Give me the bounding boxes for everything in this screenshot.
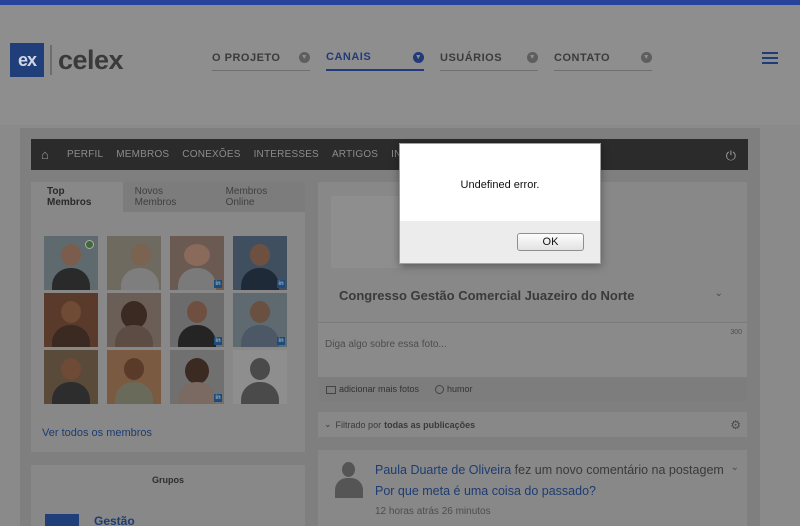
logo-text: celex [58, 44, 124, 75]
feed-action: fez um novo comentário na postagem [511, 463, 724, 477]
filter-value: todas as publicações [384, 419, 476, 430]
see-all-members-link[interactable]: Ver todos os membros [42, 427, 152, 439]
site-header: ex celex O PROJETO ▼ CANAIS ▼ USUÁRIOS ▼ CO… [0, 5, 800, 125]
feed-post-link[interactable]: Por que meta é uma coisa do passado? [375, 484, 596, 498]
groups-title: Grupos [151, 475, 184, 485]
nav-label: USUÁRIOS [440, 51, 503, 64]
logo-mark: ex [10, 43, 44, 77]
subnav-perfil[interactable]: PERFIL [67, 149, 103, 160]
linkedin-icon: in [214, 280, 222, 288]
post-actions: adicionar mais fotos humor [318, 377, 747, 401]
group-thumbnail[interactable] [45, 514, 79, 526]
subnav-membros[interactable]: MEMBROS [116, 149, 169, 160]
nav-o-projeto[interactable]: O PROJETO ▼ [212, 51, 310, 71]
online-indicator [85, 240, 94, 249]
feed-timestamp: 12 horas atrás 26 minutos [375, 506, 491, 517]
linkedin-icon: in [214, 337, 222, 345]
nav-label: CANAIS [326, 51, 372, 63]
member-avatar[interactable]: in [233, 236, 287, 290]
mood-button[interactable]: humor [435, 383, 473, 395]
ok-button[interactable]: OK [517, 233, 584, 251]
nav-label: O PROJETO [212, 51, 281, 64]
member-avatar[interactable]: in [170, 293, 224, 347]
celex-logo[interactable]: ex celex [10, 43, 124, 77]
member-avatar[interactable]: in [170, 236, 224, 290]
nav-canais[interactable]: CANAIS ▼ [326, 51, 424, 71]
tab-membros-online[interactable]: Membros Online [214, 182, 305, 212]
member-avatar[interactable] [107, 293, 161, 347]
alert-dialog: Undefined error. OK [399, 143, 601, 264]
dialog-message: Undefined error. [460, 179, 540, 191]
feed-activity: Paula Duarte de Oliveira fez um novo com… [375, 463, 724, 477]
nav-label: CONTATO [554, 51, 611, 64]
chevron-down-icon: ▼ [527, 52, 538, 63]
feed-author-link[interactable]: Paula Duarte de Oliveira [375, 463, 511, 477]
member-avatar[interactable] [44, 236, 98, 290]
feed-filter[interactable]: ⌄ Filtrado por todas as publicações ⚙ [318, 412, 747, 437]
photo-caption-input[interactable]: Diga algo sobre essa foto... 300 [318, 322, 747, 377]
subnav-artigos[interactable]: ARTIGOS [332, 149, 378, 160]
member-avatar[interactable] [107, 350, 161, 404]
filter-prefix: Filtrado por [335, 419, 382, 430]
subnav-interesses[interactable]: INTERESSES [254, 149, 319, 160]
add-photos-button[interactable]: adicionar mais fotos [326, 384, 419, 394]
profile-nav: ⌂ PERFIL MEMBROS CONEXÕES INTERESSES ART… [31, 139, 748, 170]
main-nav: O PROJETO ▼ CANAIS ▼ USUÁRIOS ▼ CONTATO ▼ [212, 51, 668, 71]
member-avatar[interactable]: in [233, 293, 287, 347]
char-counter: 300 [730, 329, 742, 336]
members-tabs: Top Membros Novos Membros Membros Online [31, 182, 305, 212]
filter-chevron-icon: ⌄ [324, 419, 332, 429]
member-avatar[interactable] [44, 293, 98, 347]
nav-usuarios[interactable]: USUÁRIOS ▼ [440, 51, 538, 71]
member-avatar[interactable] [44, 350, 98, 404]
smiley-icon [435, 385, 445, 395]
nav-contato[interactable]: CONTATO ▼ [554, 51, 652, 71]
subnav-conexoes[interactable]: CONEXÕES [182, 149, 240, 160]
groups-widget: Grupos Gestão [31, 465, 305, 526]
menu-icon[interactable] [762, 52, 778, 64]
member-avatar[interactable]: in [170, 350, 224, 404]
linkedin-icon: in [277, 280, 285, 288]
logo-divider [50, 45, 52, 75]
chevron-down-icon: ▼ [413, 51, 424, 63]
home-icon[interactable]: ⌂ [41, 148, 55, 161]
post-title: Congresso Gestão Comercial Juazeiro do N… [339, 288, 635, 303]
photo-icon [326, 385, 336, 394]
gear-icon[interactable]: ⚙ [730, 418, 741, 432]
tab-top-membros[interactable]: Top Membros [31, 182, 123, 212]
linkedin-icon: in [214, 394, 222, 402]
chevron-down-icon[interactable]: ⌄ [715, 288, 723, 299]
tab-novos-membros[interactable]: Novos Membros [123, 182, 214, 212]
power-icon[interactable]: ⏻ [726, 148, 736, 164]
chevron-down-icon: ▼ [299, 52, 310, 63]
caption-placeholder: Diga algo sobre essa foto... [325, 339, 447, 350]
group-name[interactable]: Gestão [94, 514, 135, 526]
user-avatar-placeholder[interactable] [333, 462, 363, 498]
linkedin-icon: in [277, 337, 285, 345]
feed-item: Paula Duarte de Oliveira fez um novo com… [318, 450, 747, 526]
add-photos-label: adicionar mais fotos [339, 384, 420, 394]
members-grid: in in in in in [44, 236, 287, 404]
members-widget: Top Membros Novos Membros Membros Online… [31, 182, 305, 452]
chevron-down-icon[interactable]: ⌄ [731, 462, 739, 473]
dialog-body: Undefined error. [400, 144, 600, 221]
post-image[interactable] [331, 196, 403, 268]
mood-label: humor [447, 383, 473, 394]
member-avatar[interactable] [107, 236, 161, 290]
chevron-down-icon: ▼ [641, 52, 652, 63]
member-avatar-placeholder[interactable] [233, 350, 287, 404]
